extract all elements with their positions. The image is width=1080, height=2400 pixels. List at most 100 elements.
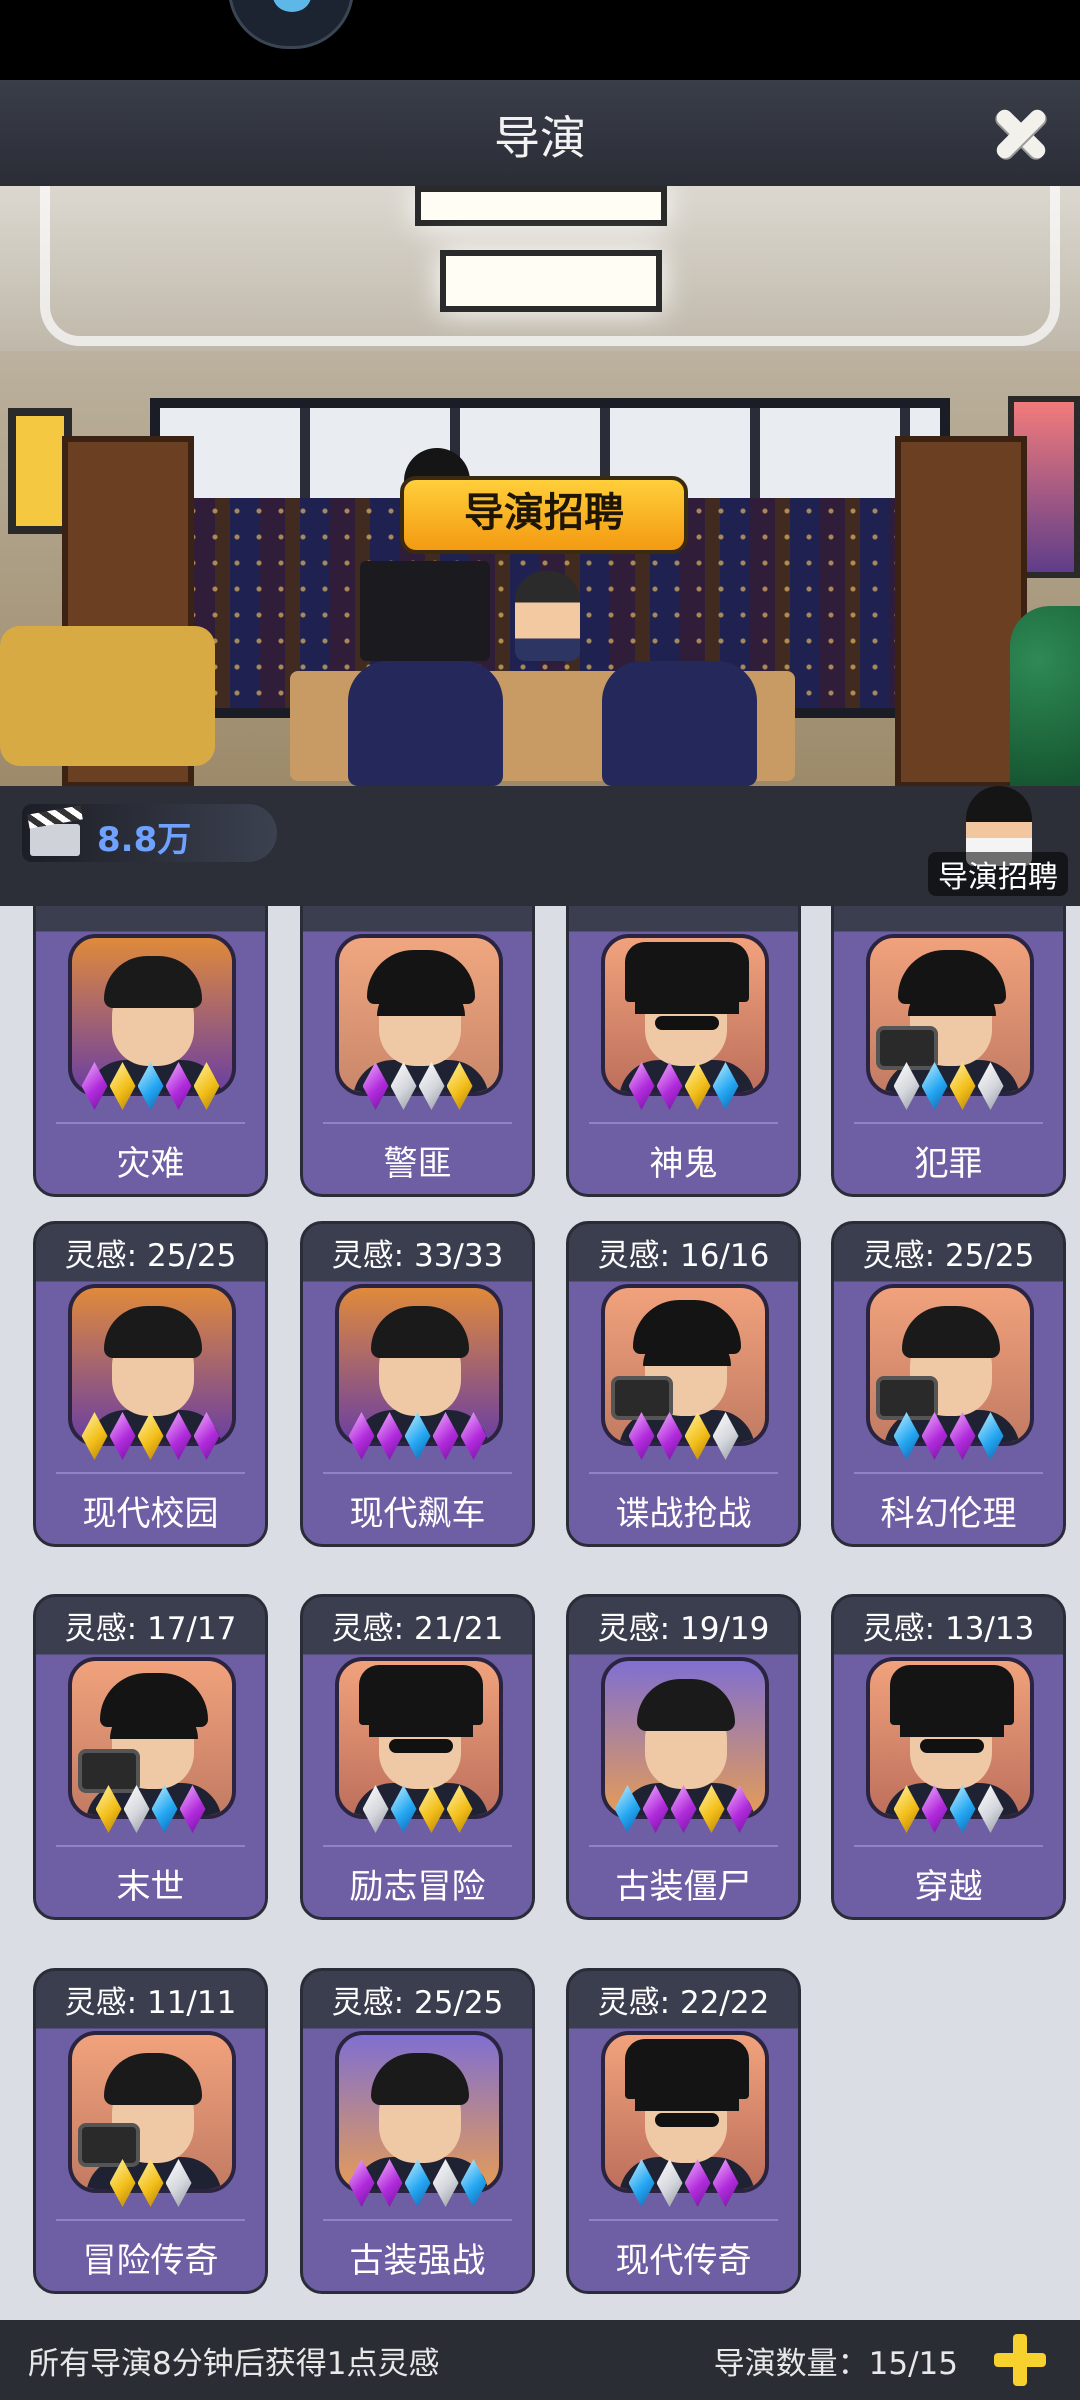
blue-gem-icon bbox=[893, 1412, 920, 1460]
gem-rating bbox=[303, 1062, 532, 1116]
sunglasses-icon bbox=[920, 1739, 984, 1753]
blue-gem-icon bbox=[151, 1785, 178, 1833]
card-divider bbox=[589, 1122, 778, 1124]
status-area bbox=[0, 0, 1080, 80]
genre-name: 现代飙车 bbox=[349, 1494, 486, 1534]
genre-name: 末世 bbox=[116, 1867, 185, 1907]
hat-icon bbox=[625, 2039, 749, 2099]
gold-gem-icon bbox=[95, 1785, 122, 1833]
purple-gem-icon bbox=[81, 1062, 108, 1110]
gold-gem-icon bbox=[698, 1785, 725, 1833]
sunglasses-icon bbox=[655, 2113, 719, 2127]
director-card[interactable]: 灵感: 16/16 谍战抢战 bbox=[566, 1221, 801, 1547]
gem-rating bbox=[569, 1062, 798, 1116]
purple-gem-icon bbox=[165, 1062, 192, 1110]
stamina-label: 灵感: 16/16 bbox=[597, 1238, 770, 1274]
gold-gem-icon bbox=[949, 1062, 976, 1110]
director-card[interactable]: 灵感: 17/17 末世 bbox=[33, 1594, 268, 1920]
blue-gem-icon bbox=[137, 1062, 164, 1110]
director-card[interactable]: 灵感: 19/19 古装僵尸 bbox=[566, 1594, 801, 1920]
purple-gem-icon bbox=[656, 1412, 683, 1460]
purple-gem-icon bbox=[656, 1062, 683, 1110]
card-divider bbox=[854, 1122, 1043, 1124]
director-card[interactable]: 灵感: 25/25 古装强战 bbox=[300, 1968, 535, 2294]
gold-gem-icon bbox=[893, 1785, 920, 1833]
recruit-bubble[interactable]: 导演招聘 bbox=[400, 476, 688, 554]
genre-name: 灾难 bbox=[116, 1144, 185, 1184]
purple-gem-icon bbox=[109, 1412, 136, 1460]
director-grid[interactable]: 灾难 警匪 神鬼 犯罪 灵感: 25/25 现代校园 灵感: 33/33 现代飙车 灵感: 16… bbox=[0, 906, 1080, 2320]
purple-gem-icon bbox=[376, 2159, 403, 2207]
blue-gem-icon bbox=[628, 2159, 655, 2207]
card-divider bbox=[589, 2219, 778, 2221]
app-badge[interactable] bbox=[228, 0, 354, 49]
recruit-button[interactable]: 导演招聘 bbox=[928, 786, 1068, 901]
cap-icon bbox=[367, 950, 475, 1004]
director-card[interactable]: 灵感: 22/22 现代传奇 bbox=[566, 1968, 801, 2294]
blue-gem-icon bbox=[404, 1412, 431, 1460]
blue-gem-icon bbox=[614, 1785, 641, 1833]
purple-gem-icon bbox=[376, 1412, 403, 1460]
add-icon[interactable] bbox=[994, 2334, 1046, 2386]
card-divider bbox=[56, 1472, 245, 1474]
purple-gem-icon bbox=[684, 2159, 711, 2207]
white-gem-icon bbox=[712, 1412, 739, 1460]
card-divider bbox=[854, 1472, 1043, 1474]
plant bbox=[1010, 606, 1080, 786]
director-card[interactable]: 灵感: 25/25 科幻伦理 bbox=[831, 1221, 1066, 1547]
blue-gem-icon bbox=[921, 1062, 948, 1110]
gem-rating bbox=[834, 1412, 1063, 1466]
director-card[interactable]: 灵感: 13/13 穿越 bbox=[831, 1594, 1066, 1920]
gem-rating bbox=[303, 2159, 532, 2213]
director-card[interactable]: 灵感: 25/25 现代校园 bbox=[33, 1221, 268, 1547]
director-card[interactable]: 警匪 bbox=[300, 906, 535, 1197]
gold-gem-icon bbox=[418, 1785, 445, 1833]
portrait-hair bbox=[104, 2053, 202, 2105]
cap-icon bbox=[898, 950, 1006, 1004]
portrait-hair bbox=[637, 1679, 735, 1731]
blue-gem-icon bbox=[460, 2159, 487, 2207]
monitor bbox=[360, 561, 490, 661]
gem-rating bbox=[569, 2159, 798, 2213]
close-icon[interactable] bbox=[986, 98, 1056, 168]
ceiling-light bbox=[415, 186, 667, 226]
chair bbox=[348, 661, 503, 786]
gem-rating bbox=[36, 1785, 265, 1839]
genre-name: 励志冒险 bbox=[349, 1867, 486, 1907]
hat-icon bbox=[890, 1665, 1014, 1725]
director-card[interactable]: 犯罪 bbox=[831, 906, 1066, 1197]
purple-gem-icon bbox=[179, 1785, 206, 1833]
genre-name: 现代传奇 bbox=[615, 2241, 752, 2281]
bird-icon bbox=[273, 0, 311, 12]
portrait-hair bbox=[104, 1306, 202, 1358]
purple-gem-icon bbox=[642, 1785, 669, 1833]
blue-gem-icon bbox=[390, 1785, 417, 1833]
genre-name: 谍战抢战 bbox=[615, 1494, 752, 1534]
director-card[interactable]: 灵感: 21/21 励志冒险 bbox=[300, 1594, 535, 1920]
gem-rating bbox=[834, 1785, 1063, 1839]
gold-gem-icon bbox=[109, 1062, 136, 1110]
director-card[interactable]: 灵感: 33/33 现代飙车 bbox=[300, 1221, 535, 1547]
white-gem-icon bbox=[432, 2159, 459, 2207]
white-gem-icon bbox=[362, 1785, 389, 1833]
blue-gem-icon bbox=[404, 2159, 431, 2207]
genre-name: 科幻伦理 bbox=[880, 1494, 1017, 1534]
film-resource: 8.8万 bbox=[22, 804, 277, 862]
recruit-button-label: 导演招聘 bbox=[928, 852, 1068, 896]
purple-gem-icon bbox=[362, 1062, 389, 1110]
card-divider bbox=[323, 1472, 512, 1474]
purple-gem-icon bbox=[712, 2159, 739, 2207]
director-card[interactable]: 灵感: 11/11 冒险传奇 bbox=[33, 1968, 268, 2294]
director-card[interactable]: 灾难 bbox=[33, 906, 268, 1197]
gem-rating bbox=[569, 1785, 798, 1839]
white-gem-icon bbox=[977, 1062, 1004, 1110]
purple-gem-icon bbox=[460, 1412, 487, 1460]
genre-name: 犯罪 bbox=[914, 1144, 983, 1184]
genre-name: 现代校园 bbox=[82, 1494, 219, 1534]
bookshelf bbox=[895, 436, 1027, 786]
director-card[interactable]: 神鬼 bbox=[566, 906, 801, 1197]
gem-rating bbox=[36, 2159, 265, 2213]
white-gem-icon bbox=[893, 1062, 920, 1110]
gold-gem-icon bbox=[684, 1412, 711, 1460]
ceiling-light bbox=[440, 250, 662, 312]
